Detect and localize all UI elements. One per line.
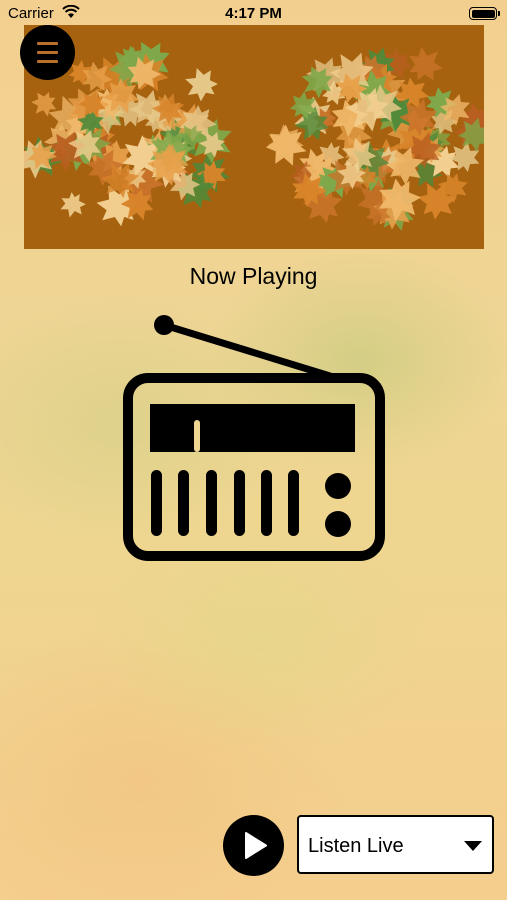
battery-icon xyxy=(469,7,497,20)
radio-icon xyxy=(123,315,385,561)
stream-select-value: Listen Live xyxy=(308,835,404,857)
status-bar: Carrier 4:17 PM xyxy=(0,0,507,26)
play-button[interactable] xyxy=(223,815,284,876)
menu-button[interactable] xyxy=(20,25,75,80)
speaker-grille xyxy=(151,470,299,536)
clock: 4:17 PM xyxy=(225,5,282,22)
battery-cap xyxy=(498,11,500,16)
dropdown-arrow-icon xyxy=(464,841,482,851)
leaf-shape xyxy=(57,190,88,221)
leaf-shape xyxy=(180,63,222,105)
play-icon xyxy=(245,832,267,859)
stream-select[interactable]: Listen Live xyxy=(297,815,494,874)
now-playing-title: Now Playing xyxy=(189,263,318,289)
banner-image xyxy=(24,25,484,249)
autumn-leaves-image xyxy=(24,32,484,240)
